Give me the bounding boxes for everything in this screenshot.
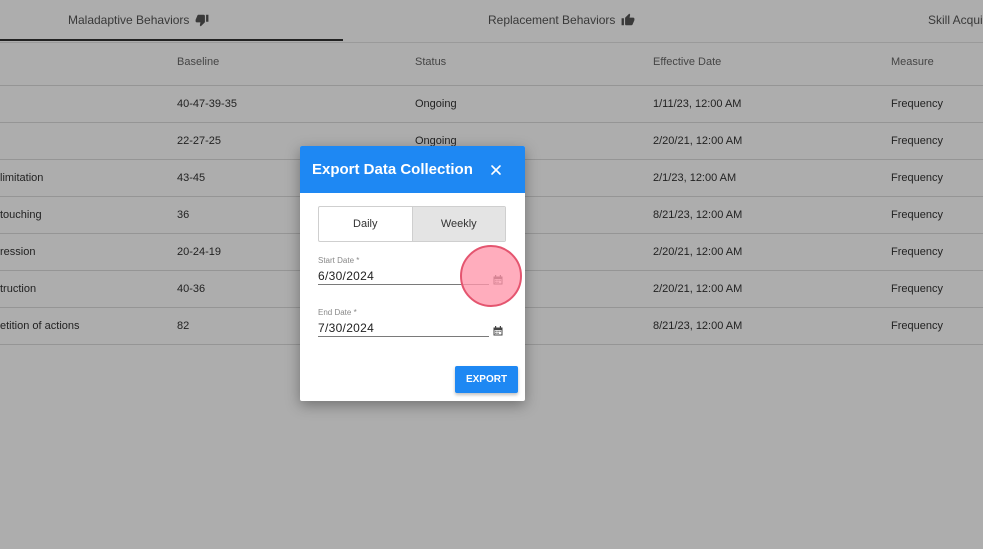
dialog-title: Export Data Collection — [312, 161, 473, 178]
calendar-icon[interactable] — [493, 275, 503, 285]
end-date-label: End Date * — [318, 308, 357, 317]
start-date-label: Start Date * — [318, 256, 360, 265]
close-icon[interactable] — [488, 162, 504, 178]
toggle-weekly[interactable]: Weekly — [411, 207, 505, 241]
end-date-value[interactable]: 7/30/2024 — [318, 321, 374, 335]
calendar-icon[interactable] — [493, 326, 503, 336]
dialog-header: Export Data Collection — [300, 146, 525, 193]
start-date-value[interactable]: 6/30/2024 — [318, 269, 374, 283]
start-date-input[interactable]: 6/30/2024 — [318, 266, 489, 285]
toggle-daily[interactable]: Daily — [319, 207, 412, 241]
start-date-field: Start Date * 6/30/2024 — [318, 256, 490, 285]
export-data-collection-dialog: Export Data Collection Daily Weekly Star… — [300, 146, 525, 401]
frequency-toggle: Daily Weekly — [318, 206, 506, 242]
end-date-input[interactable]: 7/30/2024 — [318, 318, 489, 337]
export-button[interactable]: EXPORT — [455, 366, 518, 393]
end-date-field: End Date * 7/30/2024 — [318, 308, 490, 337]
